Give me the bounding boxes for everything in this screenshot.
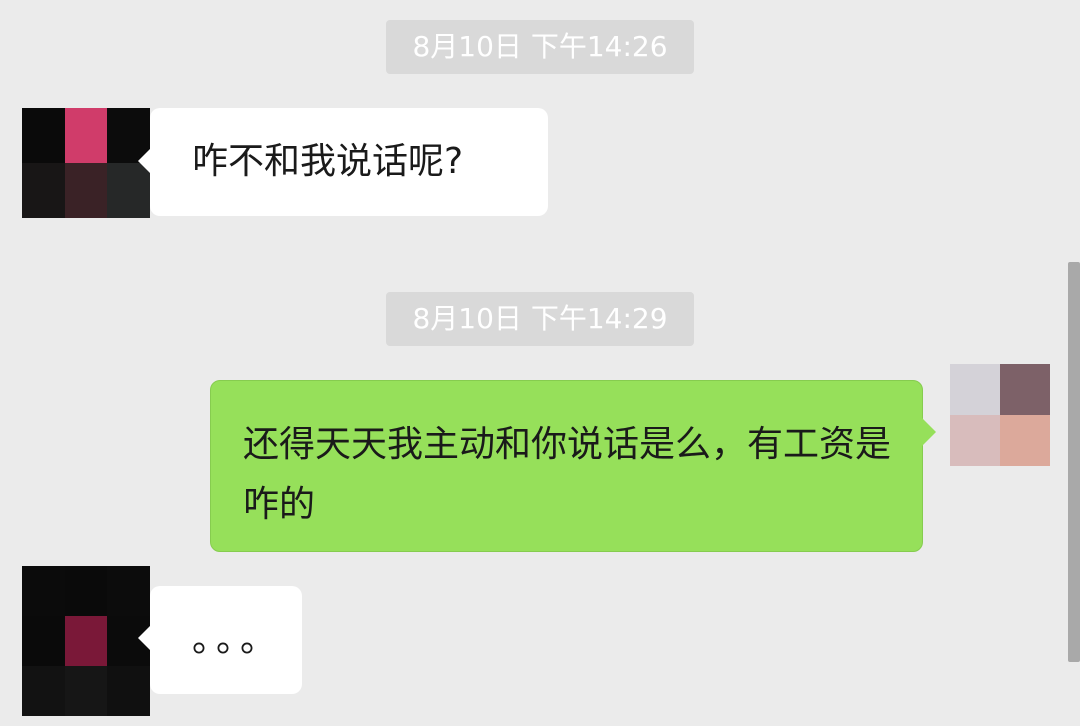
avatar-pixel [107,666,150,716]
avatar-pixel [950,364,1000,415]
avatar-pixel [64,666,108,716]
contact-avatar[interactable] [22,108,150,218]
incoming-message[interactable]: 。。。 [150,586,302,694]
chat-window: 8月10日 下午14:26 咋不和我说话呢? 8月10日 下午14:29 还得天… [0,0,1080,726]
scrollbar[interactable] [1068,262,1080,662]
avatar-pixel [64,566,108,616]
contact-avatar[interactable] [22,566,150,716]
bubble-tail [922,418,936,446]
incoming-message[interactable]: 咋不和我说话呢? [150,108,548,216]
avatar-pixel [22,108,65,163]
avatar-pixel [950,415,1000,466]
outgoing-message[interactable]: 还得天天我主动和你说话是么，有工资是咋的 [210,380,923,552]
self-avatar[interactable] [950,364,1050,466]
avatar-pixel [1000,415,1050,466]
timestamp: 8月10日 下午14:26 [386,20,694,74]
avatar-pixel [64,163,108,218]
timestamp: 8月10日 下午14:29 [386,292,694,346]
avatar-pixel [22,666,65,716]
avatar-pixel [107,566,150,616]
avatar-pixel [1000,364,1050,415]
avatar-pixel [22,566,65,616]
avatar-pixel [22,616,65,666]
avatar-pixel [64,108,108,163]
avatar-pixel [22,163,65,218]
avatar-pixel [64,616,108,666]
